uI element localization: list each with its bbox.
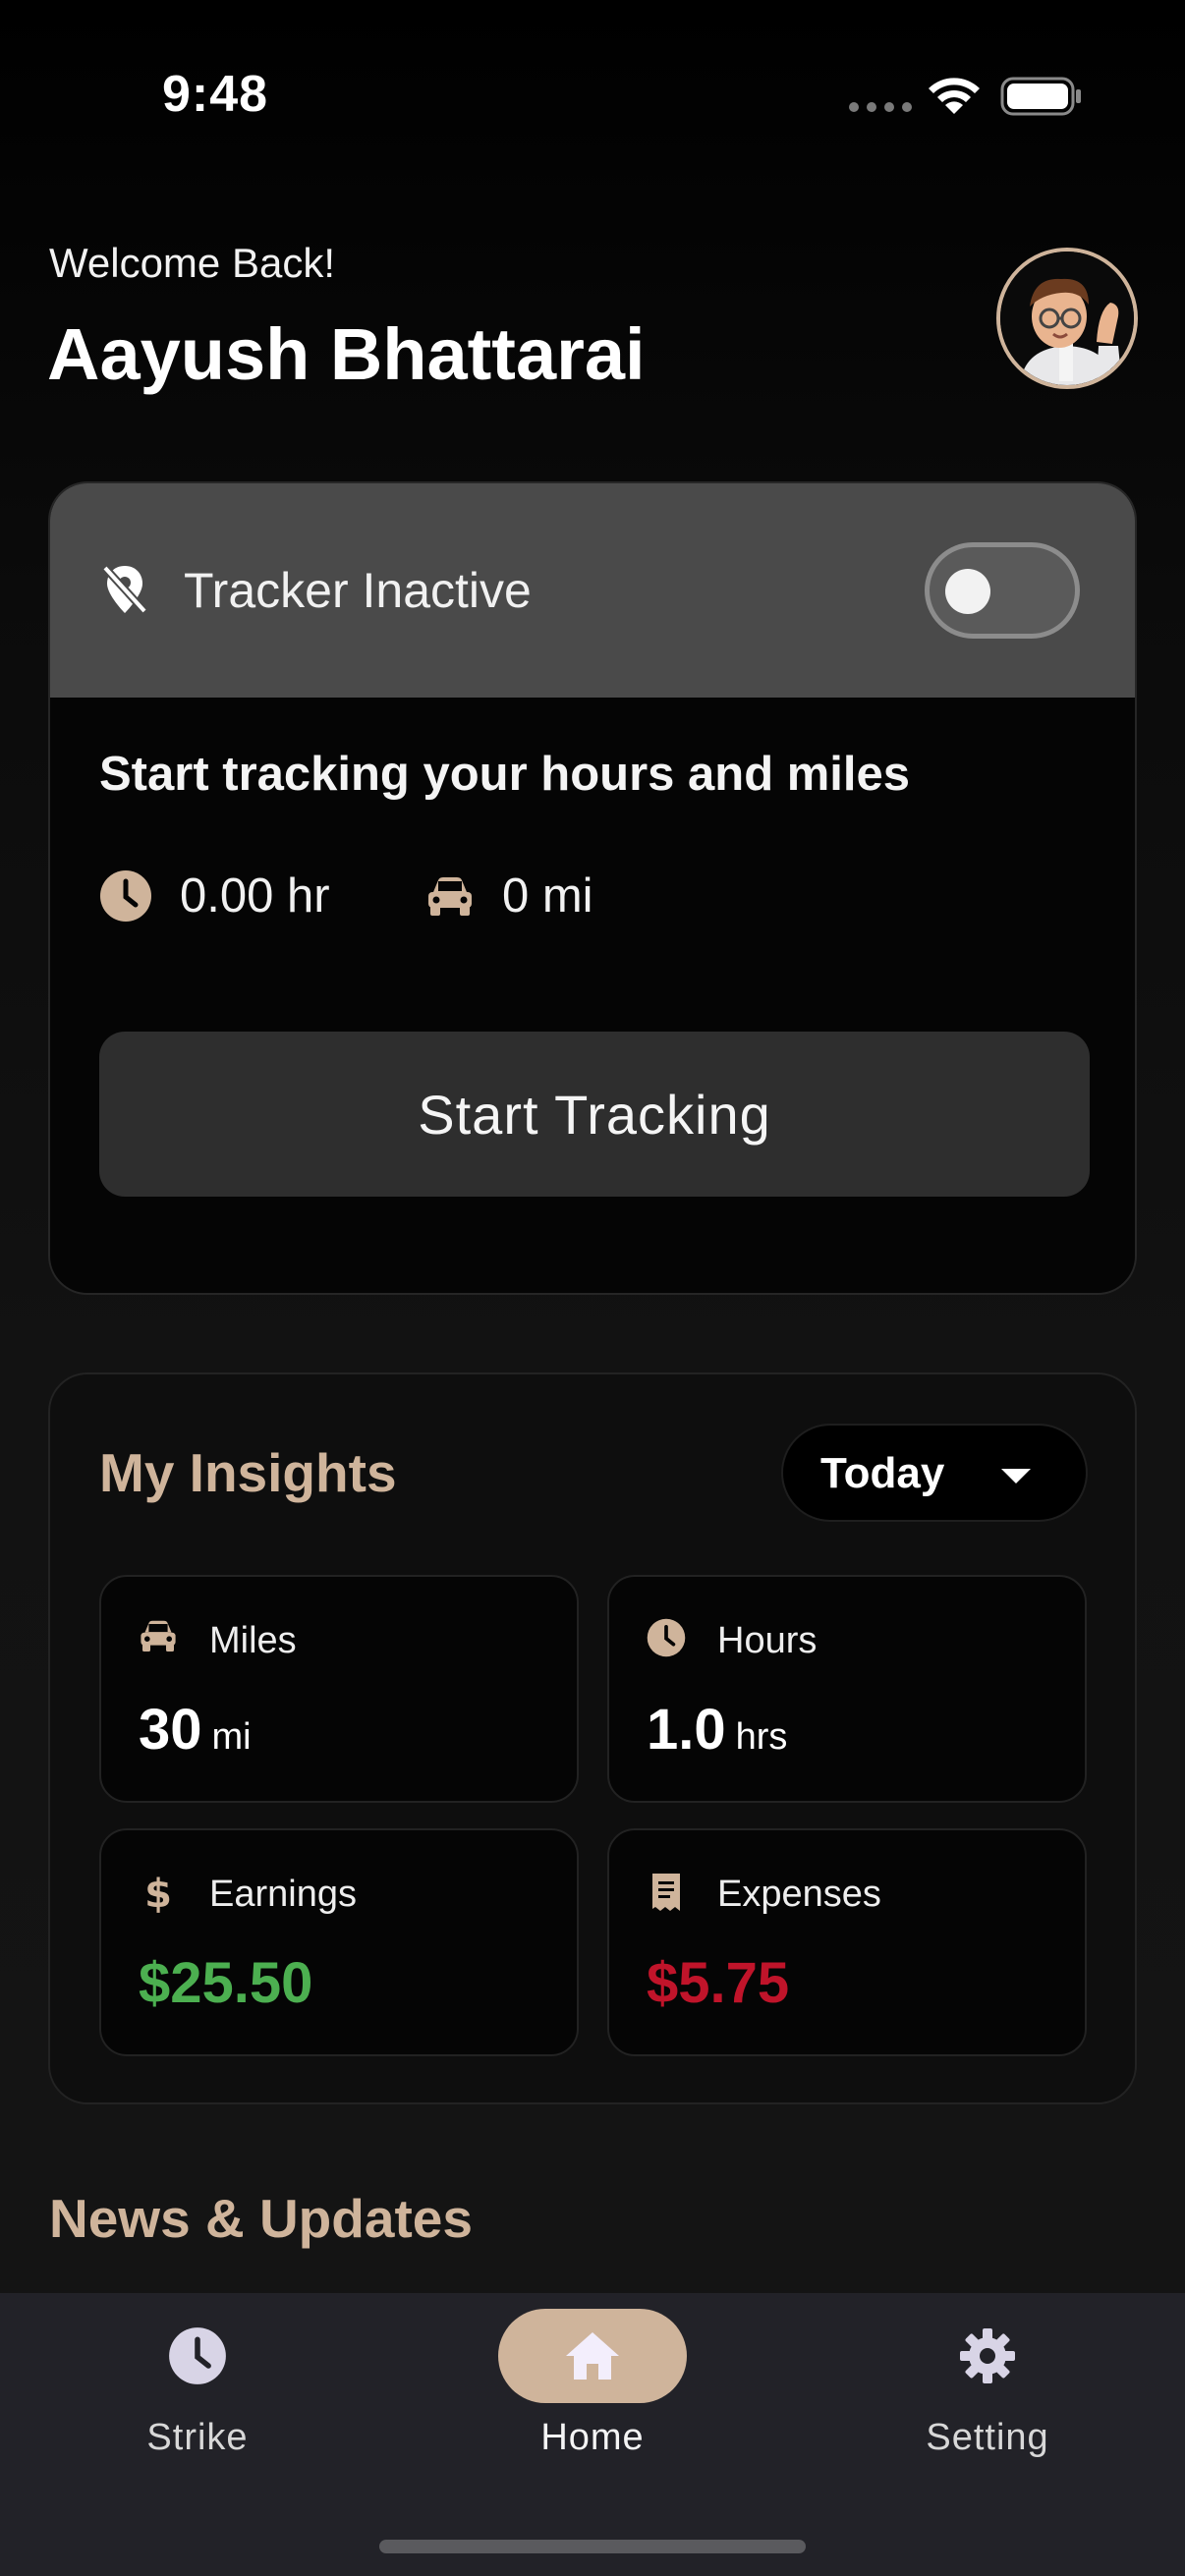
home-screen: 9:48 Welcome Back! Aayush Bhattarai Trac…	[0, 0, 1185, 2576]
bottom-nav: Strike Home Setting	[0, 2293, 1185, 2576]
insights-card: My Insights Today Miles 30 mi Hours 1.0 …	[48, 1372, 1137, 2104]
gear-icon	[960, 2328, 1015, 2383]
nav-setting-label: Setting	[926, 2417, 1049, 2458]
tracker-miles-value: 0 mi	[502, 869, 593, 923]
period-dropdown[interactable]: Today	[781, 1424, 1088, 1522]
nav-setting[interactable]: Setting	[860, 2309, 1115, 2459]
dollar-icon: $	[144, 1872, 172, 1915]
tracker-card: Tracker Inactive Start tracking your hou…	[48, 481, 1137, 1295]
tracker-toggle[interactable]	[925, 542, 1080, 639]
miles-label: Miles	[209, 1620, 297, 1661]
tracker-hours-value: 0.00 hr	[180, 869, 330, 923]
nav-strike[interactable]: Strike	[70, 2309, 325, 2459]
home-indicator[interactable]	[379, 2540, 806, 2553]
insights-title: My Insights	[99, 1442, 397, 1503]
memoji-avatar-icon	[1000, 252, 1134, 385]
hours-number: 1.0	[647, 1698, 726, 1762]
expenses-value: $5.75	[647, 1951, 790, 2015]
clock-icon	[647, 1618, 686, 1657]
news-title: News & Updates	[49, 2188, 473, 2249]
miles-tile: Miles 30 mi	[99, 1575, 579, 1803]
hours-label: Hours	[717, 1620, 818, 1661]
tracker-status: Tracker Inactive	[184, 563, 532, 618]
wifi-icon	[929, 78, 980, 114]
start-tracking-button[interactable]: Start Tracking	[99, 1032, 1090, 1197]
nav-setting-pill	[893, 2309, 1082, 2403]
home-icon	[566, 2332, 619, 2380]
car-icon	[141, 1620, 176, 1652]
expenses-label: Expenses	[717, 1874, 881, 1915]
clock-icon	[169, 2327, 226, 2384]
expenses-tile: Expenses $5.75	[607, 1828, 1087, 2056]
miles-unit: mi	[211, 1716, 252, 1758]
hours-tile: Hours 1.0 hrs	[607, 1575, 1087, 1803]
period-dropdown-value: Today	[820, 1449, 945, 1497]
earnings-label: Earnings	[209, 1874, 357, 1915]
miles-number: 30	[139, 1698, 202, 1762]
receipt-icon	[652, 1874, 680, 1911]
caret-down-icon	[1001, 1469, 1031, 1484]
user-name: Aayush Bhattarai	[47, 313, 646, 395]
nav-strike-pill	[103, 2309, 292, 2403]
earnings-tile: $ Earnings $25.50	[99, 1828, 579, 2056]
battery-icon	[1000, 77, 1081, 116]
car-icon	[428, 877, 472, 916]
cellular-signal-icon	[849, 102, 912, 112]
welcome-text: Welcome Back!	[49, 240, 335, 286]
tracker-miles: 0 mi	[425, 868, 593, 924]
nav-home-label: Home	[540, 2417, 645, 2458]
avatar[interactable]	[996, 248, 1138, 389]
location-off-icon	[102, 565, 147, 614]
tracker-heading: Start tracking your hours and miles	[99, 748, 911, 801]
tracker-hours: 0.00 hr	[99, 868, 330, 924]
nav-home-pill	[498, 2309, 687, 2403]
toggle-knob	[945, 569, 990, 614]
clock-icon	[100, 870, 151, 922]
nav-home[interactable]: Home	[465, 2309, 720, 2459]
earnings-value: $25.50	[139, 1951, 313, 2015]
hours-value: 1.0 hrs	[647, 1697, 787, 1763]
miles-value: 30 mi	[139, 1697, 252, 1763]
nav-strike-label: Strike	[146, 2417, 249, 2458]
tracker-header: Tracker Inactive	[50, 483, 1135, 698]
status-time: 9:48	[162, 66, 269, 123]
hours-unit: hrs	[735, 1716, 788, 1758]
svg-text:$: $	[144, 1872, 172, 1915]
